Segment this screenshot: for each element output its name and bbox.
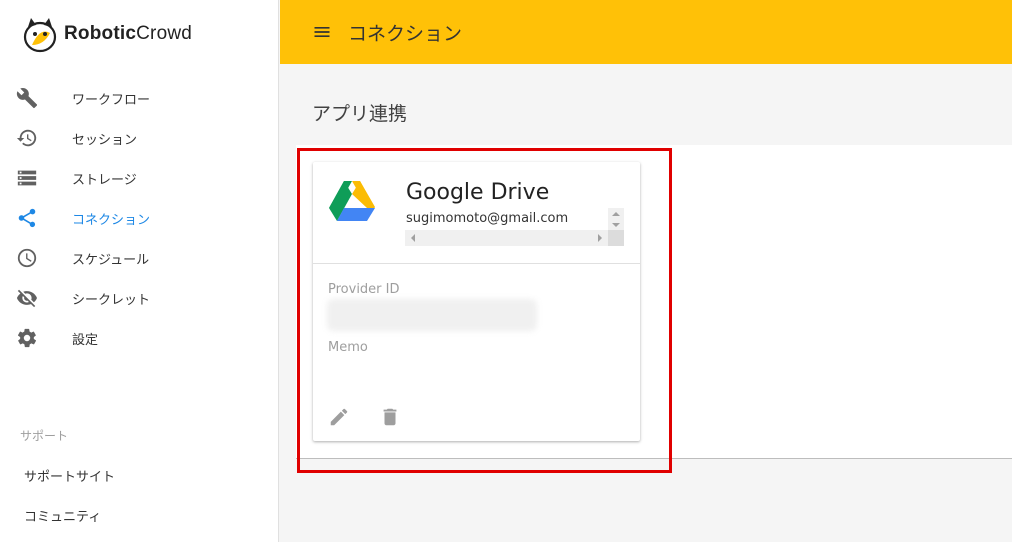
eye-off-icon <box>16 287 38 309</box>
storage-list-icon <box>16 167 38 189</box>
delete-button[interactable] <box>378 405 402 429</box>
history-icon <box>16 127 38 149</box>
sidebar: RoboticCrowd ワークフロー セッション ストレージ コネクション ス… <box>0 0 279 542</box>
sidebar-item-label: セッション <box>72 132 138 148</box>
wrench-icon <box>16 87 38 109</box>
sidebar-item-label: スケジュール <box>72 252 150 268</box>
support-site-link[interactable]: サポートサイト <box>24 466 115 485</box>
support-heading: サポート <box>20 429 69 443</box>
sidebar-item-label: シークレット <box>72 292 151 308</box>
app-header: コネクション <box>280 0 1012 64</box>
hamburger-menu-icon <box>314 27 330 37</box>
trash-icon <box>383 408 397 426</box>
email-scrollbars[interactable] <box>405 208 624 247</box>
robotic-crowd-logo-icon <box>23 18 57 53</box>
menu-button[interactable] <box>310 20 334 44</box>
memo-label: Memo <box>328 340 368 355</box>
sidebar-item-workflow[interactable]: ワークフロー <box>0 78 279 118</box>
sidebar-item-connection[interactable]: コネクション <box>0 198 279 238</box>
pencil-icon <box>330 408 348 426</box>
sidebar-item-storage[interactable]: ストレージ <box>0 158 279 198</box>
community-link[interactable]: コミュニティ <box>24 506 101 525</box>
provider-id-value-redacted <box>327 299 537 331</box>
sidebar-item-settings[interactable]: 設定 <box>0 318 279 358</box>
panel-header: アプリ連携 <box>296 80 1012 145</box>
page-title: コネクション <box>348 22 463 45</box>
sidebar-item-secret[interactable]: シークレット <box>0 278 279 318</box>
edit-button[interactable] <box>327 405 351 429</box>
logo[interactable]: RoboticCrowd <box>22 14 192 54</box>
sidebar-item-schedule[interactable]: スケジュール <box>0 238 279 278</box>
share-icon <box>16 207 38 229</box>
google-drive-connection-card: Google Drive sugimomoto@gmail.com Provid… <box>313 162 640 441</box>
sidebar-nav: ワークフロー セッション ストレージ コネクション スケジュール シークレット … <box>0 78 279 358</box>
connection-title: Google Drive <box>406 180 550 205</box>
section-title: アプリ連携 <box>312 103 408 125</box>
card-divider <box>313 263 640 264</box>
gear-icon <box>16 327 38 349</box>
clock-icon <box>16 247 38 269</box>
google-drive-icon <box>329 181 375 221</box>
sidebar-item-session[interactable]: セッション <box>0 118 279 158</box>
logo-text: RoboticCrowd <box>64 23 193 44</box>
sidebar-item-label: 設定 <box>72 332 99 348</box>
sidebar-item-label: ワークフロー <box>72 92 151 108</box>
sidebar-item-label: ストレージ <box>72 172 137 188</box>
provider-id-label: Provider ID <box>328 282 400 297</box>
sidebar-item-label: コネクション <box>72 212 151 228</box>
